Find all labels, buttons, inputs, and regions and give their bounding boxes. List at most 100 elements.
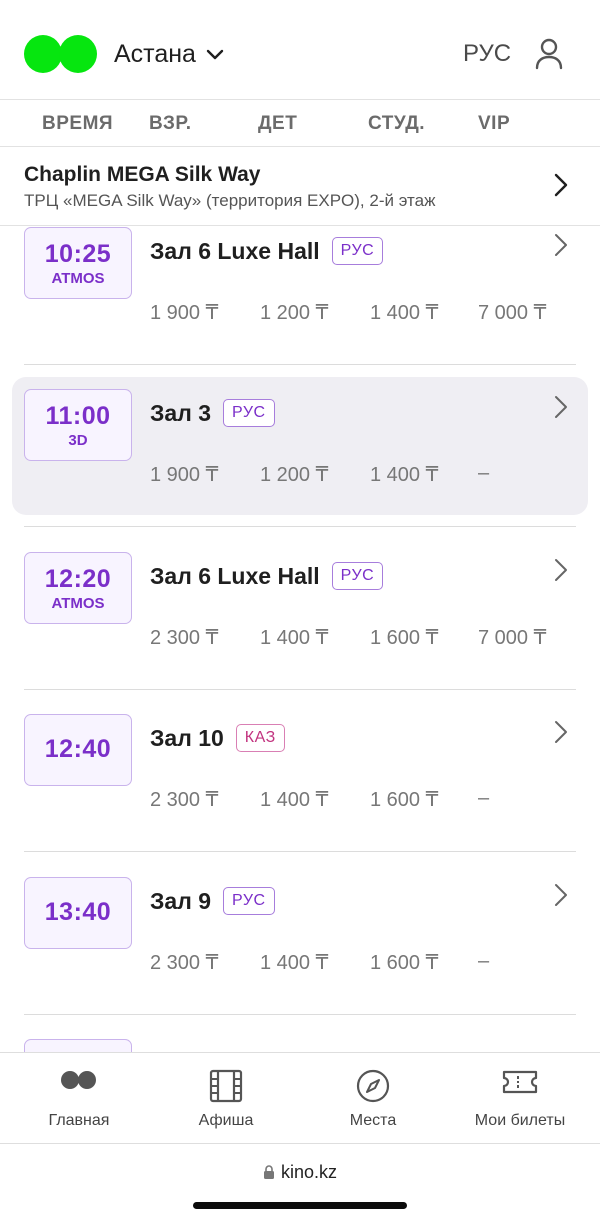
price-child: 1 400 ₸: [260, 789, 329, 811]
divider: [24, 364, 576, 365]
divider: [24, 689, 576, 690]
column-adult: ВЗР.: [149, 113, 192, 134]
tab-label: Места: [349, 1112, 397, 1129]
chevron-right-icon: [555, 559, 567, 581]
tab-my-tickets[interactable]: Мои билеты: [445, 1053, 595, 1143]
column-child: ДЕТ: [258, 113, 298, 134]
logo-circle-right: [59, 35, 97, 73]
price-vip: –: [478, 462, 490, 484]
price-adult: 2 300 ₸: [150, 952, 219, 974]
session-row[interactable]: 12:40 Зал 10 КАЗ 2 300 ₸ 1 400 ₸ 1 600 ₸…: [12, 702, 588, 840]
session-time: 11:00: [45, 402, 111, 430]
hall-info: Зал 6 Luxe Hall РУС: [150, 237, 384, 265]
chevron-right-icon: [554, 173, 568, 197]
price-adult: 1 900 ₸: [150, 464, 219, 486]
hall-info: Зал 10 КАЗ: [150, 724, 285, 752]
price-adult: 1 900 ₸: [150, 302, 219, 324]
divider: [24, 1014, 576, 1015]
tab-label: Главная: [48, 1112, 110, 1129]
language-switch[interactable]: РУС: [463, 40, 511, 68]
session-time: 13:40: [44, 898, 112, 926]
session-time-box: 10:25 ATMOS: [24, 227, 132, 299]
hall-name: Зал 9: [150, 887, 211, 914]
chevron-right-icon: [555, 396, 567, 418]
session-row[interactable]: 10:25 ATMOS Зал 6 Luxe Hall РУС 1 900 ₸ …: [12, 227, 588, 353]
tab-label: Афиша: [198, 1112, 254, 1129]
tab-label: Мои билеты: [474, 1112, 566, 1129]
logo[interactable]: [24, 35, 98, 73]
price-vip: –: [478, 787, 490, 809]
session-row-selected[interactable]: 11:00 3D Зал 3 РУС 1 900 ₸ 1 200 ₸ 1 400…: [12, 377, 588, 515]
city-label: Астана: [114, 40, 196, 68]
url-field[interactable]: kino.kz: [0, 1162, 600, 1183]
language-badge: РУС: [331, 562, 384, 590]
browser-bar: kino.kz: [0, 1145, 600, 1220]
chevron-right-icon: [555, 884, 567, 906]
bottom-tab-bar: Главная Афиша Места Мои билеты: [0, 1052, 600, 1144]
session-time-box-partial[interactable]: [24, 1039, 132, 1052]
price-vip: –: [478, 950, 490, 972]
session-time: 12:20: [44, 565, 112, 593]
price-student: 1 400 ₸: [370, 302, 439, 324]
divider: [24, 526, 576, 527]
session-time-box: 12:40: [24, 714, 132, 786]
session-format: ATMOS: [51, 270, 105, 287]
tab-afisha[interactable]: Афиша: [151, 1053, 301, 1143]
ticket-icon: [502, 1070, 538, 1094]
session-time-box: 11:00 3D: [24, 389, 132, 461]
price-adult: 2 300 ₸: [150, 789, 219, 811]
column-time: ВРЕМЯ: [42, 113, 114, 134]
column-student: СТУД.: [368, 113, 426, 134]
price-student: 1 600 ₸: [370, 627, 439, 649]
session-list: 10:25 ATMOS Зал 6 Luxe Hall РУС 1 900 ₸ …: [0, 227, 600, 1052]
divider: [24, 851, 576, 852]
price-student: 1 600 ₸: [370, 952, 439, 974]
price-adult: 2 300 ₸: [150, 627, 219, 649]
chevron-right-icon: [555, 234, 567, 256]
hall-info: Зал 6 Luxe Hall РУС: [150, 562, 384, 590]
home-dots-icon: [61, 1071, 96, 1089]
language-badge: РУС: [223, 399, 275, 427]
tab-home[interactable]: Главная: [4, 1053, 154, 1143]
price-student: 1 600 ₸: [370, 789, 439, 811]
hall-info: Зал 3 РУС: [150, 399, 275, 427]
app-header: Астана РУС: [0, 0, 600, 100]
session-format: 3D: [68, 432, 88, 449]
price-child: 1 200 ₸: [260, 302, 329, 324]
language-badge: РУС: [223, 887, 275, 915]
session-time: 10:25: [44, 240, 112, 268]
session-time: 12:40: [44, 735, 112, 763]
language-badge: РУС: [331, 237, 384, 265]
session-format: ATMOS: [51, 595, 105, 612]
session-time-box: 12:20 ATMOS: [24, 552, 132, 624]
session-row[interactable]: 13:40 Зал 9 РУС 2 300 ₸ 1 400 ₸ 1 600 ₸ …: [12, 865, 588, 1003]
price-columns-header: ВРЕМЯ ВЗР. ДЕТ СТУД. VIP: [0, 101, 600, 147]
compass-icon: [356, 1069, 390, 1103]
chevron-right-icon: [555, 721, 567, 743]
language-badge: КАЗ: [235, 724, 285, 752]
column-vip: VIP: [478, 113, 511, 134]
price-vip: 7 000 ₸: [478, 627, 547, 649]
cinema-row[interactable]: Chaplin MEGA Silk Way ТРЦ «MEGA Silk Way…: [0, 148, 600, 226]
session-time-box: 13:40: [24, 877, 132, 949]
price-student: 1 400 ₸: [370, 464, 439, 486]
city-selector[interactable]: Астана: [114, 40, 224, 69]
cinema-address: ТРЦ «MEGA Silk Way» (территория EXPO), 2…: [24, 191, 436, 210]
logo-circle-left: [24, 35, 62, 73]
hall-name: Зал 10: [150, 724, 224, 751]
home-indicator: [193, 1202, 407, 1209]
lock-icon: [263, 1165, 274, 1179]
chevron-down-icon: [206, 49, 224, 59]
hall-name: Зал 6 Luxe Hall: [150, 237, 320, 264]
user-icon[interactable]: [534, 38, 564, 75]
url-text: kino.kz: [280, 1162, 338, 1182]
film-icon: [209, 1069, 243, 1103]
price-vip: 7 000 ₸: [478, 302, 547, 324]
tab-places[interactable]: Места: [298, 1053, 448, 1143]
hall-name: Зал 6 Luxe Hall: [150, 562, 320, 589]
price-child: 1 400 ₸: [260, 952, 329, 974]
session-row[interactable]: 12:20 ATMOS Зал 6 Luxe Hall РУС 2 300 ₸ …: [12, 540, 588, 678]
hall-info: Зал 9 РУС: [150, 887, 275, 915]
price-child: 1 200 ₸: [260, 464, 329, 486]
price-child: 1 400 ₸: [260, 627, 329, 649]
